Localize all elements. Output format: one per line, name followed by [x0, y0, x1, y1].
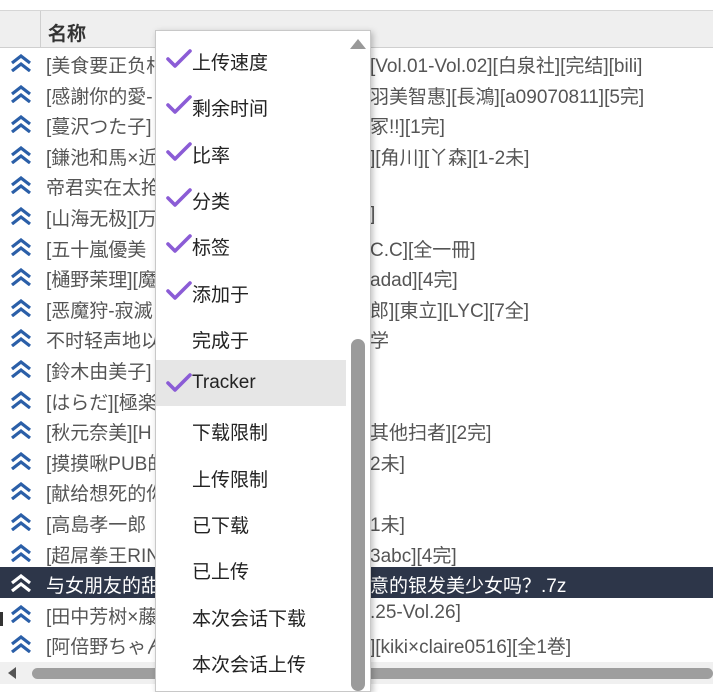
menu-item[interactable]: 本次会话下载	[156, 592, 346, 638]
row-name-left: [献给想死的你	[46, 484, 166, 506]
row-name-left: [超屌拳王RIN	[46, 545, 161, 567]
row-name-left: 与女朋友的甜	[46, 576, 161, 598]
menu-item[interactable]: 比率	[156, 129, 346, 175]
menu-item-label: 下载限制	[192, 423, 269, 445]
double-chevron-up-icon	[11, 329, 31, 348]
row-name-right: [Vol.01-Vol.02][白泉社][完结][bili]	[370, 56, 643, 77]
double-chevron-up-icon	[11, 543, 31, 562]
double-chevron-up-icon	[11, 268, 31, 287]
scroll-left-arrow-icon[interactable]	[8, 667, 16, 679]
menu-item-label: 完成于	[192, 330, 250, 352]
double-chevron-up-icon	[11, 84, 31, 103]
header-gutter	[0, 11, 41, 47]
menu-item-label: 比率	[192, 145, 231, 167]
row-name-left: [美食要正负相	[46, 56, 166, 77]
menu-item[interactable]: 已下载	[156, 499, 346, 545]
row-name-right: 学	[370, 331, 390, 353]
row-name-right: adad][4完]	[370, 270, 458, 292]
double-chevron-up-icon	[11, 451, 31, 470]
row-name-right: ][角川][丫森][1-2未]	[370, 147, 530, 169]
row-name-left: [蔓沢つた子]	[46, 117, 152, 139]
row-name-left: [秋元奈美][H	[46, 423, 152, 445]
row-name-right: 其他扫者][2完]	[370, 423, 492, 445]
double-chevron-up-icon	[11, 176, 31, 195]
row-name-left: [恶魔狩-寂滅	[46, 300, 153, 322]
menu-item-label: 已下载	[192, 516, 250, 537]
row-name-left: [感謝你的愛-	[46, 86, 153, 108]
menu-item-label: 本次会话上传	[192, 654, 307, 676]
double-chevron-up-icon	[11, 421, 31, 440]
row-name-left: [山海无极][万	[46, 208, 157, 230]
menu-item-label: 本次会话下载	[192, 608, 307, 630]
menu-item-label: 添加于	[192, 284, 250, 306]
row-name-left: [鎌池和馬×近	[46, 147, 158, 169]
menu-item[interactable]: 上传速度	[156, 36, 346, 82]
row-name-left: [鈴木由美子]	[46, 361, 152, 383]
row-name-left: [摸摸啾PUB的	[46, 453, 167, 475]
menu-vertical-scrollbar[interactable]	[346, 31, 370, 691]
horizontal-scroll-thumb[interactable]	[32, 668, 713, 679]
row-name-right: C.C][全一冊]	[370, 239, 476, 261]
row-name-right: 2未]	[370, 453, 405, 475]
double-chevron-up-icon	[11, 359, 31, 378]
menu-item-label: 剩余时间	[192, 99, 269, 121]
row-name-right: 羽美智惠][長鴻][a09070811][5完]	[370, 86, 645, 108]
menu-item-label: 已上传	[192, 562, 250, 584]
menu-item-label: 分类	[192, 191, 231, 213]
double-chevron-up-icon	[11, 145, 31, 164]
check-icon	[166, 280, 192, 300]
double-chevron-up-icon	[11, 574, 31, 593]
row-name-right: 1未]	[370, 514, 405, 536]
menu-item[interactable]: 剩余时间	[156, 82, 346, 128]
column-context-menu: 上传速度剩余时间比率分类标签添加于完成于 Tracker 下载限制上传限制已下载已上…	[155, 30, 371, 692]
double-chevron-up-icon	[11, 237, 31, 256]
column-header-name[interactable]: 名称	[48, 19, 86, 46]
row-name-left: [高島孝一郎	[46, 514, 147, 536]
row-name-right: 3abc][4完]	[370, 545, 457, 567]
menu-item-label: 标签	[192, 238, 231, 260]
menu-item[interactable]: 分类	[156, 175, 346, 221]
menu-item-label: 上传速度	[192, 53, 269, 74]
menu-scroll-thumb[interactable]	[351, 339, 365, 691]
double-chevron-up-icon	[11, 54, 31, 72]
menu-item[interactable]: 标签	[156, 221, 346, 267]
double-chevron-up-icon	[11, 390, 31, 409]
menu-item-label: Tracker	[192, 372, 256, 394]
menu-item-label: 上传限制	[192, 469, 269, 491]
row-marker	[0, 612, 3, 626]
check-icon	[166, 95, 192, 115]
row-name-left: [田中芳树×藤	[46, 606, 158, 628]
check-icon	[166, 234, 192, 253]
double-chevron-up-icon	[11, 512, 31, 531]
row-name-right: 郎][東立][LYC][7全]	[370, 300, 530, 322]
row-name-right: 意的银发美少女吗？.7z	[370, 576, 567, 598]
scroll-up-arrow-icon[interactable]	[350, 39, 366, 49]
row-name-left: [はらだ][極楽	[46, 392, 157, 414]
menu-item[interactable]: Tracker	[156, 360, 346, 407]
row-name-left: [阿倍野ちゃん	[46, 637, 166, 659]
menu-item[interactable]: 下载限制	[156, 406, 346, 452]
row-name-left: [五十嵐優美	[46, 239, 147, 261]
row-name-right: ][kiki×claire0516][全1巻]	[370, 637, 572, 659]
check-icon	[166, 188, 192, 207]
double-chevron-up-icon	[11, 115, 31, 134]
row-name-right: .25-Vol.26]	[370, 601, 461, 623]
menu-item[interactable]: 添加于	[156, 268, 346, 314]
menu-item[interactable]: 已上传	[156, 545, 346, 591]
check-icon	[166, 373, 192, 392]
row-name-left: [樋野茉理][魔	[46, 270, 157, 292]
row-name-right: 冢!!][1完]	[370, 117, 445, 139]
double-chevron-up-icon	[11, 482, 31, 501]
double-chevron-up-icon	[11, 298, 31, 317]
double-chevron-up-icon	[11, 635, 31, 654]
check-icon	[166, 141, 192, 161]
double-chevron-up-icon	[11, 604, 31, 623]
double-chevron-up-icon	[11, 206, 31, 225]
menu-item[interactable]: 上传限制	[156, 453, 346, 499]
menu-item[interactable]: 本次会话上传	[156, 638, 346, 684]
menu-item[interactable]: 完成于	[156, 314, 346, 360]
row-name-left: 不时轻声地以	[46, 331, 161, 353]
check-icon	[166, 49, 192, 68]
row-name-left: 帝君实在太抢	[46, 178, 161, 200]
